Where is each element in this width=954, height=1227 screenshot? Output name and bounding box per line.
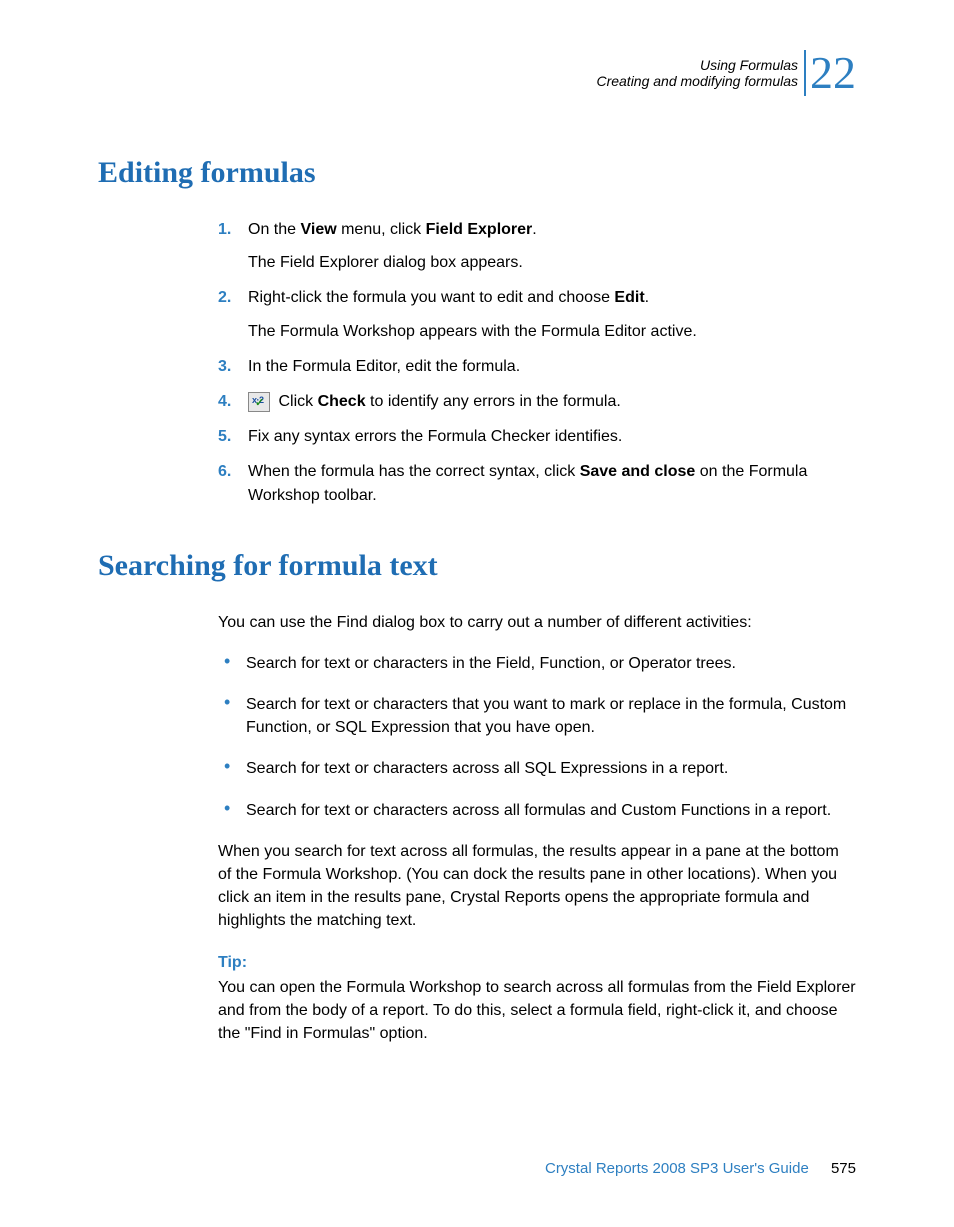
step-text: In the Formula Editor, edit the formula. <box>248 358 520 375</box>
list-item: Search for text or characters in the Fie… <box>218 652 856 675</box>
header-line1: Using Formulas <box>596 57 798 73</box>
step-subtext: The Field Explorer dialog box appears. <box>248 251 856 274</box>
step-text: When the formula has the correct syntax,… <box>248 463 807 503</box>
heading-searching: Searching for formula text <box>98 549 856 583</box>
step-number: 6. <box>218 460 231 483</box>
section2: Searching for formula text You can use t… <box>98 549 856 1046</box>
tip-body: You can open the Formula Workshop to sea… <box>218 976 856 1046</box>
step-text: Right-click the formula you want to edit… <box>248 289 649 306</box>
step-1: 1. On the View menu, click Field Explore… <box>218 218 856 274</box>
step-number: 3. <box>218 355 231 378</box>
section1-content: 1. On the View menu, click Field Explore… <box>218 218 856 507</box>
step-text: Click Check to identify any errors in th… <box>278 393 620 410</box>
list-item: Search for text or characters that you w… <box>218 693 856 739</box>
step-text: Fix any syntax errors the Formula Checke… <box>248 428 622 445</box>
header-text: Using Formulas Creating and modifying fo… <box>596 57 798 89</box>
step-3: 3. In the Formula Editor, edit the formu… <box>218 355 856 378</box>
section2-content: You can use the Find dialog box to carry… <box>218 611 856 1046</box>
page-footer: Crystal Reports 2008 SP3 User's Guide 57… <box>545 1160 856 1177</box>
step-number: 1. <box>218 218 231 241</box>
tip-label: Tip: <box>218 951 856 974</box>
step-number: 4. <box>218 390 231 413</box>
footer-title: Crystal Reports 2008 SP3 User's Guide <box>545 1160 809 1177</box>
step-text: On the View menu, click Field Explorer. <box>248 221 537 238</box>
results-para: When you search for text across all form… <box>218 840 856 933</box>
list-item: Search for text or characters across all… <box>218 799 856 822</box>
list-item: Search for text or characters across all… <box>218 757 856 780</box>
bullets-list: Search for text or characters in the Fie… <box>218 652 856 822</box>
step-number: 2. <box>218 286 231 309</box>
step-6: 6. When the formula has the correct synt… <box>218 460 856 506</box>
page-header: Using Formulas Creating and modifying fo… <box>98 50 856 96</box>
step-2: 2. Right-click the formula you want to e… <box>218 286 856 342</box>
heading-editing-formulas: Editing formulas <box>98 156 856 190</box>
header-line2: Creating and modifying formulas <box>596 73 798 89</box>
step-subtext: The Formula Workshop appears with the Fo… <box>248 320 856 343</box>
check-formula-icon: x·2✓ <box>248 392 270 412</box>
step-number: 5. <box>218 425 231 448</box>
step-5: 5. Fix any syntax errors the Formula Che… <box>218 425 856 448</box>
chapter-number: 22 <box>804 50 856 96</box>
steps-list: 1. On the View menu, click Field Explore… <box>218 218 856 507</box>
step-4: 4. x·2✓ Click Check to identify any erro… <box>218 390 856 413</box>
footer-page: 575 <box>831 1160 856 1177</box>
intro-para: You can use the Find dialog box to carry… <box>218 611 856 634</box>
